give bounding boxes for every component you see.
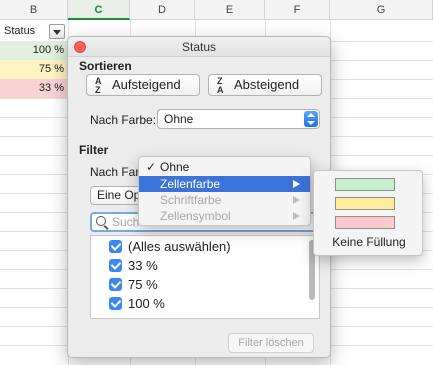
list-item-label: 100 %: [128, 296, 165, 311]
sort-by-color-value: Ohne: [164, 112, 194, 126]
submenu-arrow-icon: [293, 212, 300, 220]
menu-item-cell-icon: Zellensymbol: [139, 208, 310, 224]
status-cell[interactable]: 75 %: [0, 60, 68, 79]
menu-item-label: Zellenfarbe: [160, 177, 221, 191]
column-header-g[interactable]: G: [330, 0, 433, 20]
sort-ascending-icon: A Z: [95, 75, 102, 95]
menu-item-none[interactable]: ✓ Ohne: [139, 159, 310, 175]
menu-item-label: Zellensymbol: [160, 209, 231, 223]
menu-item-cell-color[interactable]: Zellenfarbe: [139, 176, 310, 192]
sort-ascending-button[interactable]: A Z Aufsteigend: [86, 74, 200, 96]
sort-section-heading: Sortieren: [79, 59, 132, 73]
search-icon: [96, 216, 106, 226]
sort-ascending-label: Aufsteigend: [112, 77, 181, 92]
sort-by-color-label: Nach Farbe:: [90, 113, 157, 127]
checkbox[interactable]: [109, 240, 122, 253]
color-swatch-red[interactable]: [335, 216, 395, 229]
panel-title: Status: [181, 40, 217, 54]
chevron-down-icon: [53, 30, 61, 35]
submenu-arrow-icon: [293, 196, 300, 204]
menu-item-label: Ohne: [160, 160, 190, 174]
status-cell[interactable]: 100 %: [0, 41, 68, 60]
list-item-label: 33 %: [128, 258, 158, 273]
sort-descending-label: Absteigend: [234, 77, 300, 92]
sort-by-color-select[interactable]: Ohne: [157, 109, 320, 129]
search-placeholder: Such: [112, 215, 140, 229]
column-header-e[interactable]: E: [195, 0, 265, 20]
column-header-c[interactable]: C: [68, 0, 130, 20]
sort-descending-icon: Z A: [217, 75, 224, 95]
filter-dropdown-button[interactable]: [49, 24, 65, 39]
cell-color-submenu: Keine Füllung: [313, 170, 423, 256]
stepper-icon: [304, 111, 318, 127]
checkbox[interactable]: [109, 278, 122, 291]
column-header-b[interactable]: B: [0, 0, 68, 20]
sort-descending-button[interactable]: Z A Absteigend: [208, 74, 322, 96]
filter-color-menu: ✓ Ohne Zellenfarbe Schriftfarbe Zellensy…: [138, 156, 311, 226]
list-item[interactable]: 100 %: [109, 295, 165, 313]
checkbox[interactable]: [109, 259, 122, 272]
list-item[interactable]: 75 %: [109, 276, 158, 294]
list-item-select-all[interactable]: (Alles auswählen): [109, 238, 231, 256]
list-item-label: 75 %: [128, 277, 158, 292]
panel-titlebar[interactable]: Status: [68, 37, 330, 57]
list-item-label: (Alles auswählen): [128, 239, 231, 254]
value-list: (Alles auswählen) 33 % 75 % 100 %: [90, 235, 320, 319]
clear-filter-button: Filter löschen: [228, 333, 314, 353]
checkbox[interactable]: [109, 297, 122, 310]
color-swatch-yellow[interactable]: [335, 197, 395, 210]
column-header-d[interactable]: D: [130, 0, 195, 20]
column-header-row: B C D E F G: [0, 0, 433, 20]
status-cell[interactable]: 33 %: [0, 79, 68, 98]
menu-item-font-color: Schriftfarbe: [139, 192, 310, 208]
column-header-f[interactable]: F: [265, 0, 330, 20]
list-item[interactable]: 33 %: [109, 257, 158, 275]
color-swatch-green[interactable]: [335, 178, 395, 191]
menu-item-label: Schriftfarbe: [160, 193, 222, 207]
no-fill-option[interactable]: Keine Füllung: [314, 235, 424, 249]
submenu-arrow-icon: [293, 180, 300, 188]
checkmark-icon: ✓: [146, 160, 157, 174]
filter-section-heading: Filter: [79, 143, 109, 157]
